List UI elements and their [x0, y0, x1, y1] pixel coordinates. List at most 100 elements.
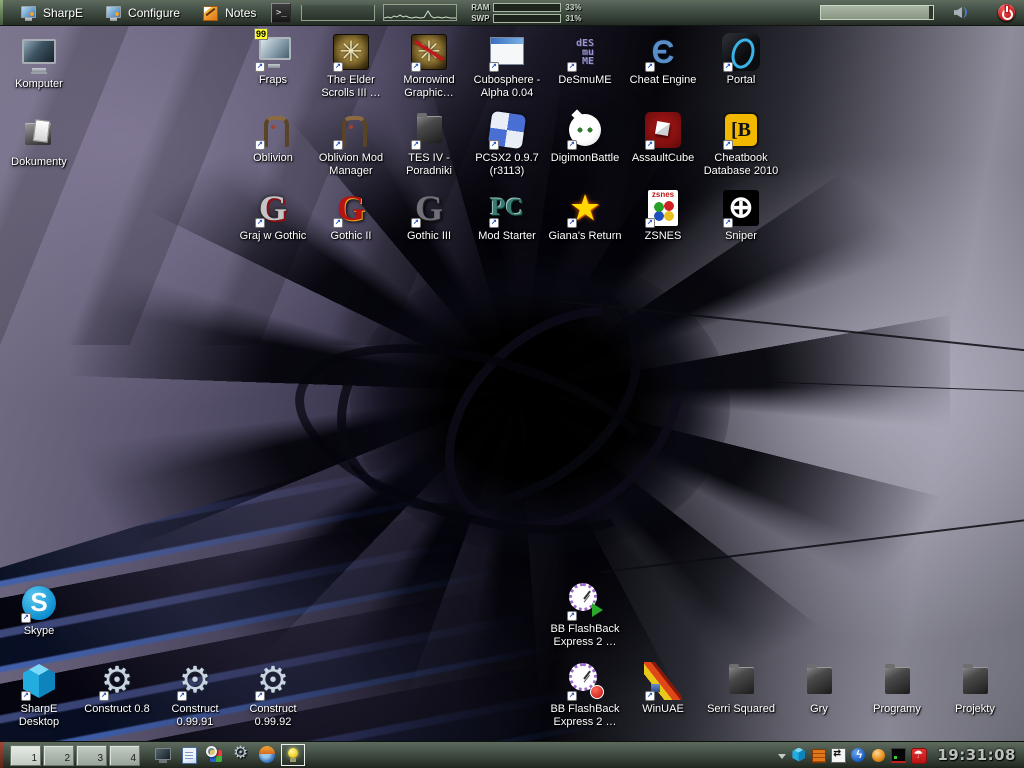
icon-label: Gry: [776, 703, 862, 716]
wallpaper-wire: [700, 379, 1024, 392]
icon-image: G: [331, 188, 371, 228]
desktop-icon-cheatbook-database-2010[interactable]: [B Cheatbook Database 2010: [698, 110, 784, 178]
icon-image: zsnes: [643, 188, 683, 228]
sharpe-menu-button[interactable]: SharpE: [9, 0, 94, 25]
icon-label: PCSX2 0.9.7 (r3113): [464, 152, 550, 178]
icon-image: [409, 110, 449, 150]
amber-ball-tray-icon[interactable]: [870, 747, 887, 764]
icon-image: 99: [253, 32, 293, 72]
taskbar-clock: 19:31:08: [937, 746, 1016, 764]
icon-image: S: [19, 583, 59, 623]
desktop-icon-zsnes[interactable]: zsnes ZSNES: [620, 188, 706, 243]
desktop-icon-portal[interactable]: Portal: [698, 32, 784, 87]
desktop-icon-giana-s-return[interactable]: ★ Giana's Return: [542, 188, 628, 243]
icon-image: [643, 661, 683, 701]
activity-graph: [383, 4, 457, 21]
sharpe-cube-tray-icon[interactable]: [790, 747, 807, 764]
desktop-icon-komputer[interactable]: Komputer: [0, 36, 82, 91]
power-button[interactable]: [998, 4, 1015, 21]
desktop-icon-morrowind-graphic[interactable]: ✳ Morrowind Graphic…: [386, 32, 472, 100]
notepad-quicklaunch-icon[interactable]: [177, 744, 201, 766]
console-tray-icon[interactable]: [890, 747, 907, 764]
desktop-icon-cubosphere-alpha-0-04[interactable]: Cubosphere - Alpha 0.04: [464, 32, 550, 100]
desktop-icon-bb-flashback-express-2[interactable]: BB FlashBack Express 2 …: [542, 581, 628, 649]
desktop-icon-construct-0-99-91[interactable]: ⚙ Construct 0.99.91: [152, 661, 238, 729]
desktop-icon-graj-w-gothic[interactable]: G Graj w Gothic: [230, 188, 316, 243]
desktop-icon-digimonbattle[interactable]: DigimonBattle: [542, 110, 628, 165]
explorer-quicklaunch-icon[interactable]: [203, 744, 227, 766]
tray-collapse-chevron-icon[interactable]: [777, 747, 787, 764]
icon-label: Komputer: [0, 78, 82, 91]
workspace-button-4[interactable]: 4: [109, 745, 140, 766]
desktop-icon-projekty[interactable]: Projekty: [932, 661, 1018, 716]
icon-label: Programy: [854, 703, 940, 716]
desktop-icon-oblivion-mod-manager[interactable]: Oblivion Mod Manager: [308, 110, 394, 178]
desktop-icon-gry[interactable]: Gry: [776, 661, 862, 716]
desktop-icon-dokumenty[interactable]: Dokumenty: [0, 114, 82, 169]
firefox-quicklaunch-icon[interactable]: [255, 744, 279, 766]
activity-waveform: [384, 5, 456, 20]
terminal-button[interactable]: >_: [271, 3, 291, 23]
bulb-quicklaunch-icon[interactable]: [281, 744, 305, 766]
shortcut-arrow-icon: [489, 140, 499, 150]
icon-image: ★: [565, 188, 605, 228]
icon-image: [331, 110, 371, 150]
bricks-tray-icon[interactable]: [810, 747, 827, 764]
shortcut-arrow-icon: [255, 691, 265, 701]
desktop-icon-gothic-iii[interactable]: G Gothic III: [386, 188, 472, 243]
topbar-buttons: SharpE Configure Notes: [9, 0, 267, 25]
ram-label: RAM: [469, 3, 489, 12]
shortcut-arrow-icon: [21, 613, 31, 623]
wallpaper-ring: [401, 261, 727, 577]
desktop-icon-assaultcube[interactable]: AssaultCube: [620, 110, 706, 165]
volume-slider[interactable]: [820, 5, 934, 20]
desktop-icon-the-elder-scrolls-iii[interactable]: ✳ The Elder Scrolls III …: [308, 32, 394, 100]
icon-label: Graj w Gothic: [230, 230, 316, 243]
desktop-icon-serri-squared[interactable]: Serri Squared: [698, 661, 784, 716]
shortcut-arrow-icon: [333, 140, 343, 150]
shortcut-arrow-icon: [723, 62, 733, 72]
notes-button[interactable]: Notes: [191, 0, 267, 25]
tb-notes-icon: [202, 4, 220, 22]
desktop-icon-construct-0-99-92[interactable]: ⚙ Construct 0.99.92: [230, 661, 316, 729]
shortcut-arrow-icon: [489, 62, 499, 72]
icon-image: ✳: [331, 32, 371, 72]
construct-quicklaunch-icon[interactable]: [229, 744, 253, 766]
desktop-icon-gothic-ii[interactable]: G Gothic II: [308, 188, 394, 243]
lightning-tray-icon[interactable]: [850, 747, 867, 764]
workspace-button-3[interactable]: 3: [76, 745, 107, 766]
desktop-icon-pcsx2-0-9-7-r3113[interactable]: PCSX2 0.9.7 (r3113): [464, 110, 550, 178]
desktop-icon-programy[interactable]: Programy: [854, 661, 940, 716]
desktop-icon-oblivion[interactable]: Oblivion: [230, 110, 316, 165]
remote-tray-icon[interactable]: [830, 747, 847, 764]
desktop-icon-cheat-engine[interactable]: Є Cheat Engine: [620, 32, 706, 87]
icon-image: dES mu ME: [565, 32, 605, 72]
wallpaper-wire: [601, 519, 1024, 573]
icon-label: ZSNES: [620, 230, 706, 243]
swp-bar: [493, 14, 561, 23]
swp-label: SWP: [469, 14, 489, 23]
desktop-icon-winuae[interactable]: WinUAE: [620, 661, 706, 716]
desktop-icon-tes-iv-poradniki[interactable]: TES IV - Poradniki: [386, 110, 472, 178]
icon-image: [487, 32, 527, 72]
icon-label: BB FlashBack Express 2 …: [542, 623, 628, 649]
display-quicklaunch-icon[interactable]: [151, 744, 175, 766]
desktop-icon-skype[interactable]: S Skype: [0, 583, 82, 638]
desktop-icon-construct-0-8[interactable]: ⚙ Construct 0.8: [74, 661, 160, 716]
desktop-icon-bb-flashback-express-2[interactable]: BB FlashBack Express 2 …: [542, 661, 628, 729]
shortcut-arrow-icon: [645, 218, 655, 228]
desktop-icon-desmume[interactable]: dES mu ME DeSmuME: [542, 32, 628, 87]
workspace-button-2[interactable]: 2: [43, 745, 74, 766]
workspace-button-1[interactable]: 1: [10, 745, 41, 766]
avira-umbrella-tray-icon[interactable]: [910, 747, 927, 764]
speaker-icon[interactable]: [950, 5, 970, 20]
desktop-icon-sniper[interactable]: ⊕ Sniper: [698, 188, 784, 243]
configure-button[interactable]: Configure: [94, 0, 191, 25]
ram-bar: [493, 3, 561, 12]
desktop-icon-fraps[interactable]: 99 Fraps: [230, 32, 316, 87]
desktop-icon-sharpe-desktop[interactable]: SharpE Desktop: [0, 661, 82, 729]
topbar-button-label: Notes: [225, 6, 256, 20]
icon-image: Є: [643, 32, 683, 72]
desktop-icon-mod-starter[interactable]: PC Mod Starter: [464, 188, 550, 243]
wallpaper-wire: [561, 300, 1024, 351]
